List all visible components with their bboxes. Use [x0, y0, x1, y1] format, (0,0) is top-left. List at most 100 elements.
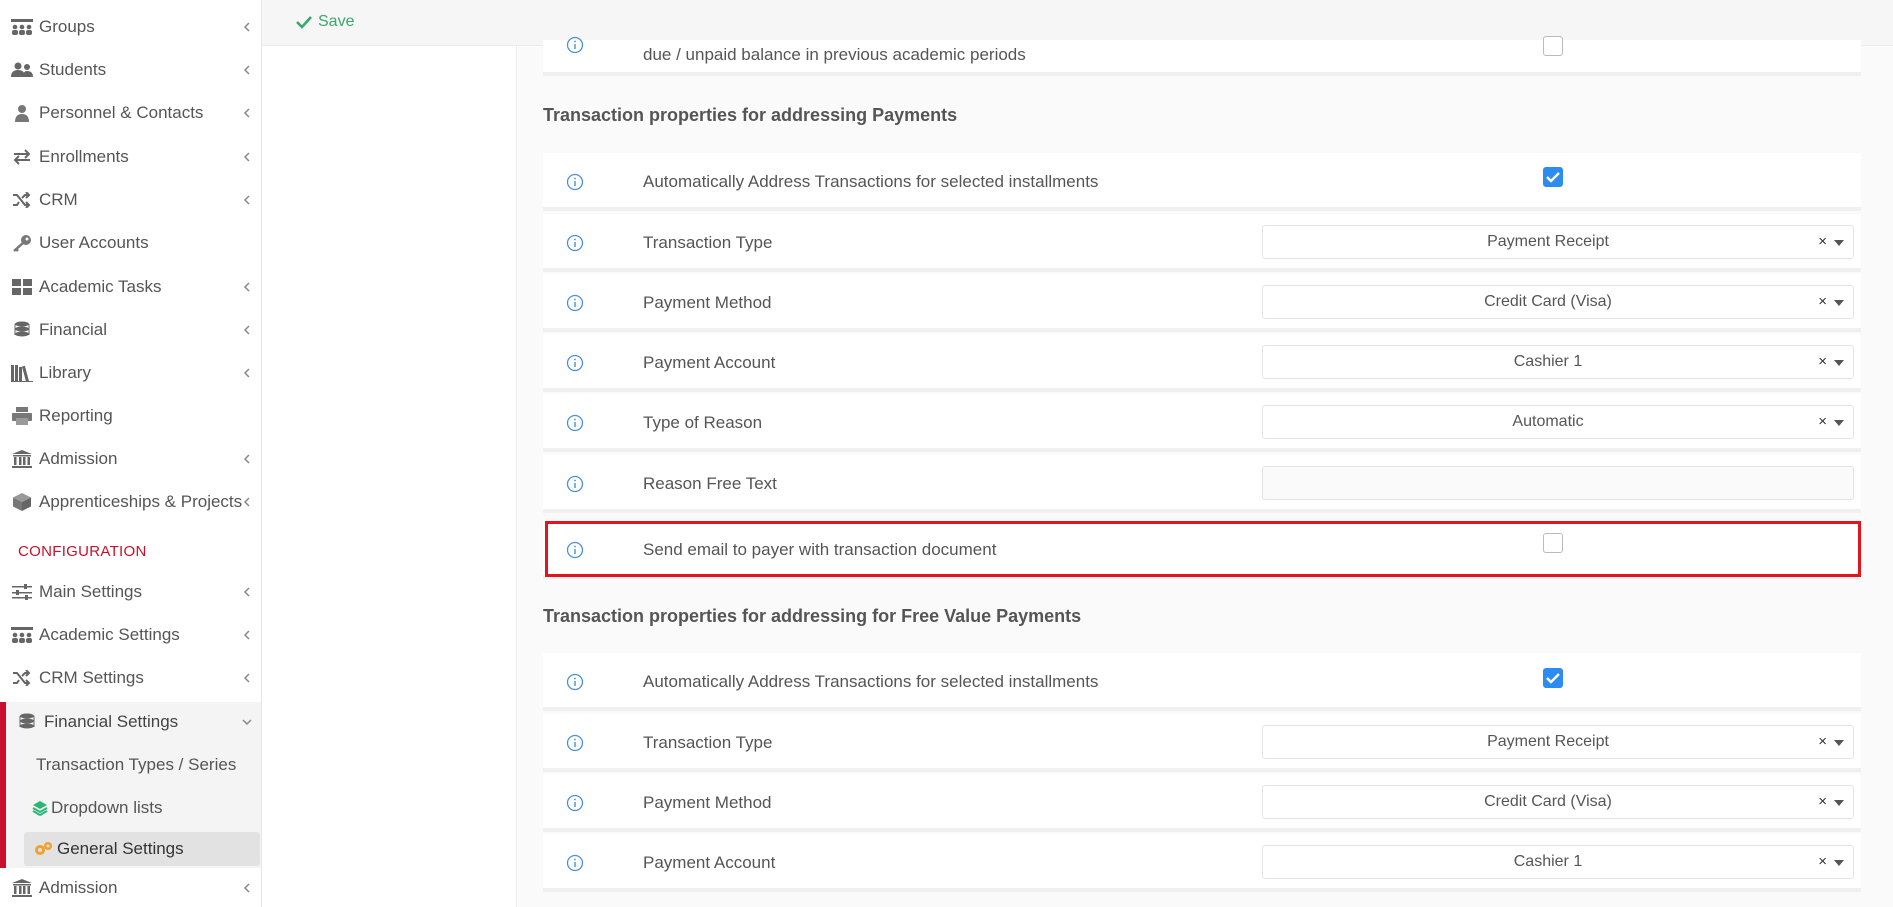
sidebar-item-enrollments[interactable]: Enrollments — [0, 139, 261, 175]
section-title-payments: Transaction properties for addressing Pa… — [543, 105, 958, 125]
gears-icon — [33, 841, 53, 857]
info-icon[interactable] — [566, 294, 584, 312]
type-of-reason-select[interactable]: Automatic × — [1262, 405, 1854, 439]
payment-method-select[interactable]: Credit Card (Visa) × — [1262, 285, 1854, 319]
caret-down-icon[interactable] — [1834, 240, 1844, 246]
cube-icon — [10, 492, 34, 512]
chevron-left-icon — [240, 585, 254, 599]
sidebar-item-admission-bottom[interactable]: Admission — [0, 870, 261, 906]
caret-down-icon[interactable] — [1834, 800, 1844, 806]
sidebar-item-label: Academic Settings — [39, 625, 180, 644]
sidebar-item-label: Personnel & Contacts — [39, 103, 204, 122]
payment-account-select[interactable]: Cashier 1 × — [1262, 345, 1854, 379]
setting-row-auto-address: Automatically Address Transactions for s… — [543, 153, 1861, 211]
sidebar-item-label: Enrollments — [39, 147, 129, 166]
sidebar-item-financial[interactable]: Financial — [0, 312, 261, 348]
clear-icon[interactable]: × — [1818, 233, 1827, 250]
sidebar-item-reporting[interactable]: Reporting — [0, 398, 261, 434]
caret-down-icon[interactable] — [1834, 860, 1844, 866]
payment-method-free-select[interactable]: Credit Card (Visa) × — [1262, 785, 1854, 819]
save-button[interactable]: Save — [296, 10, 354, 34]
setting-label: due / unpaid balance in previous academi… — [643, 45, 1026, 64]
caret-down-icon[interactable] — [1834, 360, 1844, 366]
sidebar-item-label: Groups — [39, 17, 95, 36]
setting-row-auto-address-free: Automatically Address Transactions for s… — [543, 653, 1861, 711]
exchange-icon — [10, 147, 34, 167]
sidebar-item-students[interactable]: Students — [0, 52, 261, 88]
chevron-left-icon — [240, 495, 254, 509]
sidebar-subitem-general-settings[interactable]: General Settings — [24, 832, 260, 866]
auto-address-checkbox[interactable] — [1543, 167, 1563, 187]
setting-label: Automatically Address Transactions for s… — [643, 672, 1099, 691]
info-icon[interactable] — [566, 673, 584, 691]
clear-icon[interactable]: × — [1818, 733, 1827, 750]
sidebar-subitem-label: General Settings — [57, 839, 184, 858]
setting-checkbox[interactable] — [1543, 36, 1563, 56]
sidebar-item-label: Library — [39, 363, 91, 382]
info-icon[interactable] — [566, 541, 584, 559]
info-icon[interactable] — [566, 734, 584, 752]
check-icon — [1546, 673, 1560, 684]
sidebar-subitem-transaction-types[interactable]: Transaction Types / Series — [36, 748, 236, 782]
sidebar-item-crm[interactable]: CRM — [0, 182, 261, 218]
payment-account-free-select[interactable]: Cashier 1 × — [1262, 845, 1854, 879]
sidebar-item-personnel-contacts[interactable]: Personnel & Contacts — [0, 95, 261, 131]
sidebar-item-academic-tasks[interactable]: Academic Tasks — [0, 269, 261, 305]
clear-icon[interactable]: × — [1818, 293, 1827, 310]
clear-icon[interactable]: × — [1818, 853, 1827, 870]
sidebar-item-main-settings[interactable]: Main Settings — [0, 574, 261, 610]
clear-icon[interactable]: × — [1818, 353, 1827, 370]
reason-free-text-input[interactable] — [1262, 466, 1854, 500]
sidebar-item-label: Apprenticeships & Projects — [39, 492, 243, 511]
chevron-left-icon — [240, 881, 254, 895]
select-value: Cashier 1 — [1513, 353, 1583, 370]
setting-label: Type of Reason — [643, 413, 763, 432]
sidebar-item-apprenticeships-projects[interactable]: Apprenticeships & Projects — [0, 484, 261, 520]
transaction-type-select[interactable]: Payment Receipt × — [1262, 225, 1854, 259]
info-icon[interactable] — [566, 794, 584, 812]
books-icon — [10, 363, 34, 383]
chevron-left-icon — [240, 366, 254, 380]
setting-label: Payment Method — [643, 293, 772, 312]
info-icon[interactable] — [566, 414, 584, 432]
sidebar-item-crm-settings[interactable]: CRM Settings — [0, 660, 261, 696]
clear-icon[interactable]: × — [1818, 413, 1827, 430]
caret-down-icon[interactable] — [1834, 420, 1844, 426]
sidebar-item-user-accounts[interactable]: User Accounts — [0, 225, 261, 261]
chevron-left-icon — [240, 452, 254, 466]
info-icon[interactable] — [566, 475, 584, 493]
shuffle-icon — [10, 668, 34, 688]
info-icon[interactable] — [566, 234, 584, 252]
select-value: Payment Receipt — [1487, 733, 1609, 750]
sidebar-item-financial-settings[interactable]: Financial Settings — [0, 704, 261, 740]
coins-icon — [10, 320, 34, 340]
groups-icon — [10, 625, 34, 645]
info-icon[interactable] — [566, 173, 584, 191]
sidebar-item-academic-settings[interactable]: Academic Settings — [0, 617, 261, 653]
setting-row-payment-account-free: Payment Account Cashier 1 × — [543, 834, 1861, 892]
institution-icon — [10, 878, 34, 898]
printer-icon — [10, 406, 34, 426]
chevron-left-icon — [240, 323, 254, 337]
sidebar-item-admission[interactable]: Admission — [0, 441, 261, 477]
caret-down-icon[interactable] — [1834, 740, 1844, 746]
students-icon — [10, 60, 34, 80]
shuffle-icon — [10, 190, 34, 210]
info-icon[interactable] — [566, 854, 584, 872]
save-label: Save — [318, 13, 355, 30]
info-icon[interactable] — [566, 354, 584, 372]
sidebar-item-library[interactable]: Library — [0, 355, 261, 391]
select-value: Credit Card (Visa) — [1484, 793, 1612, 810]
auto-address-free-checkbox[interactable] — [1543, 668, 1563, 688]
setting-row-payment-method: Payment Method Credit Card (Visa) × — [543, 274, 1861, 332]
sidebar-item-label: Admission — [39, 449, 118, 468]
transaction-type-free-select[interactable]: Payment Receipt × — [1262, 725, 1854, 759]
info-icon[interactable] — [566, 36, 584, 54]
sidebar-subitem-dropdown-lists[interactable]: Dropdown lists — [32, 791, 163, 825]
send-email-checkbox[interactable] — [1543, 533, 1563, 553]
caret-down-icon[interactable] — [1834, 300, 1844, 306]
clear-icon[interactable]: × — [1818, 793, 1827, 810]
chevron-left-icon — [240, 193, 254, 207]
groups-icon — [10, 17, 34, 37]
sidebar-item-groups[interactable]: Groups — [0, 9, 261, 45]
